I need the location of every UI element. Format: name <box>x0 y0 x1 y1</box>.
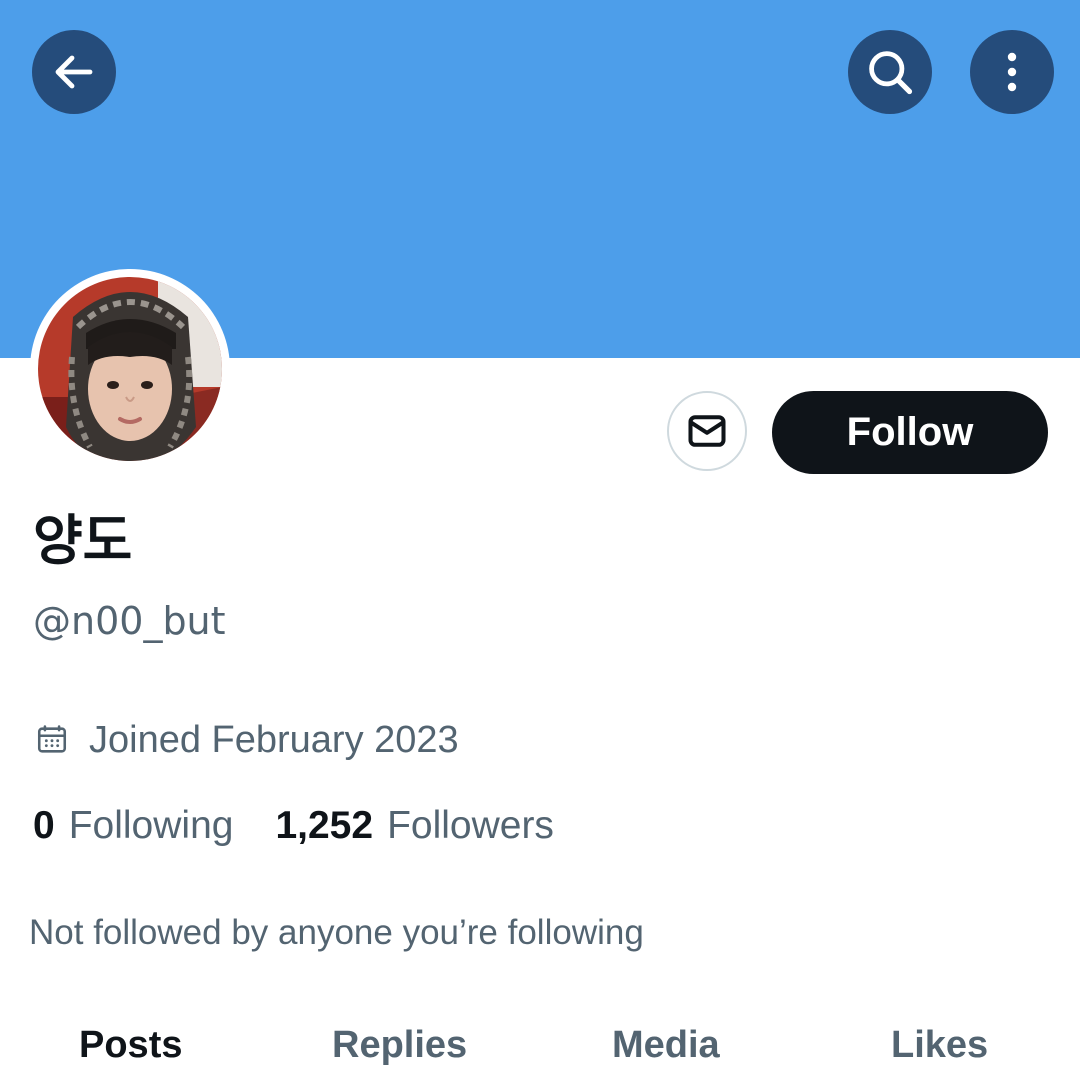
mutual-followers-note: Not followed by anyone you’re following <box>29 913 644 952</box>
profile-tabs: Posts Replies Media Likes <box>0 1015 1080 1075</box>
followers-stat[interactable]: 1,252 Followers <box>275 804 553 848</box>
back-button[interactable] <box>32 30 116 114</box>
user-handle: @n00_but <box>33 599 226 643</box>
tab-media[interactable]: Media <box>612 1015 720 1075</box>
display-name: 양도 <box>33 509 133 572</box>
follow-stats: 0 Following 1,252 Followers <box>33 800 554 852</box>
avatar <box>38 277 222 461</box>
followers-label: Followers <box>387 804 554 847</box>
calendar-icon <box>37 725 67 753</box>
message-button[interactable] <box>667 391 747 471</box>
search-icon <box>869 51 913 95</box>
more-vertical-icon <box>1007 52 1017 92</box>
more-options-button[interactable] <box>970 30 1054 114</box>
arrow-left-icon <box>55 55 93 89</box>
following-stat[interactable]: 0 Following <box>33 804 233 848</box>
tab-replies[interactable]: Replies <box>332 1015 467 1075</box>
following-count: 0 <box>33 804 55 847</box>
tab-likes[interactable]: Likes <box>891 1015 988 1075</box>
followers-count: 1,252 <box>275 804 374 847</box>
avatar-frame[interactable] <box>30 269 230 469</box>
tab-posts[interactable]: Posts <box>79 1015 182 1075</box>
following-label: Following <box>68 804 234 847</box>
mail-icon <box>688 415 726 447</box>
join-date: Joined February 2023 <box>35 715 459 765</box>
search-button[interactable] <box>848 30 932 114</box>
follow-button[interactable]: Follow <box>772 391 1048 474</box>
join-date-text: Joined February 2023 <box>89 718 459 761</box>
